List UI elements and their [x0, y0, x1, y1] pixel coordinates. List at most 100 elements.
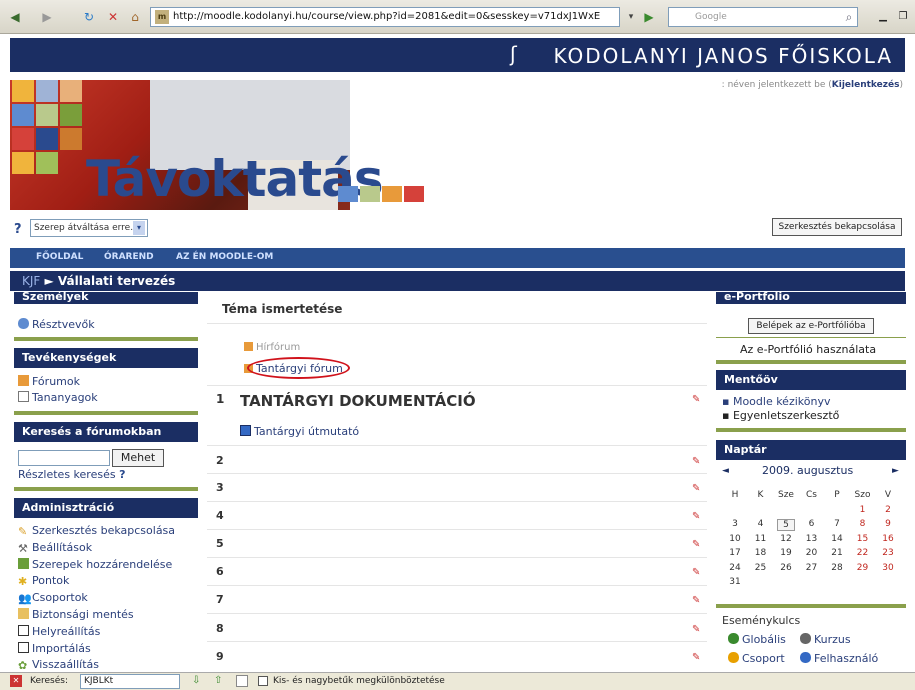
event-user[interactable]: Felhasználó [800, 652, 878, 665]
minimize-icon[interactable]: ▁ [874, 8, 892, 26]
groups-icon: 👥 [18, 592, 32, 605]
browser-search-input[interactable]: Google [668, 7, 858, 27]
calendar-day[interactable]: 20 [803, 548, 821, 558]
calendar-day[interactable]: 23 [879, 548, 897, 558]
calendar-day[interactable]: 16 [879, 534, 897, 544]
calendar-today[interactable]: 5 [777, 519, 795, 531]
stop-icon[interactable]: ✕ [104, 8, 122, 26]
admin-groups-link[interactable]: 👥Csoportok [18, 591, 88, 604]
calendar-day[interactable]: 1 [854, 505, 872, 515]
nav-item-home[interactable]: FŐOLDAL [36, 252, 83, 262]
event-course[interactable]: Kurzus [800, 633, 851, 646]
calendar-prev-icon[interactable]: ◄ [722, 466, 729, 476]
calendar-day[interactable]: 11 [752, 534, 770, 544]
event-global[interactable]: Globális [728, 633, 786, 646]
match-case-checkbox[interactable] [258, 676, 268, 686]
event-group[interactable]: Csoport [728, 652, 785, 665]
section-5 [207, 530, 707, 558]
nav-item-timetable[interactable]: ÓRAREND [104, 252, 154, 262]
divider [716, 604, 906, 608]
calendar-day[interactable]: 13 [803, 534, 821, 544]
reset-icon: ✿ [18, 659, 28, 672]
calendar-weekday: K [757, 490, 764, 500]
find-input[interactable]: KJBLKt [80, 674, 180, 689]
calendar-day[interactable]: 3 [726, 519, 744, 529]
admin-restore-link[interactable]: Helyreállítás [18, 625, 100, 638]
eportfolio-login-button[interactable]: Belépek az e-Portfólióba [748, 318, 874, 334]
eportfolio-help-link[interactable]: Az e-Portfólió használata [740, 343, 876, 356]
calendar-day[interactable]: 31 [726, 577, 744, 587]
participants-link[interactable]: Résztvevők [18, 318, 95, 331]
calendar-day[interactable]: 8 [854, 519, 872, 529]
calendar-day[interactable]: 17 [726, 548, 744, 558]
help-icon[interactable]: ? [119, 468, 125, 481]
calendar-day[interactable]: 28 [828, 563, 846, 573]
restore-icon[interactable]: ❐ [894, 8, 912, 26]
search-go-button[interactable]: Mehet [112, 449, 164, 467]
admin-reset-link[interactable]: ✿ Visszaállítás [18, 658, 99, 671]
role-switch-select[interactable]: Szerep átváltása erre... ▾ [30, 219, 148, 237]
calendar-day[interactable]: 6 [803, 519, 821, 529]
edit-pencil-icon[interactable]: ✎ [692, 652, 704, 664]
help-icon[interactable]: ? [14, 222, 22, 237]
nav-item-my-moodle[interactable]: AZ ÉN MOODLE-OM [176, 252, 273, 262]
search-icon[interactable]: ⌕ [840, 8, 858, 26]
back-icon[interactable]: ◀ [6, 8, 24, 26]
section-number: 9 [216, 650, 224, 663]
school-name: KODOLANYI JANOS FŐISKOLA [553, 44, 893, 68]
logout-link[interactable]: Kijelentkezés [832, 80, 900, 90]
calendar-month: 2009. augusztus [762, 464, 854, 477]
section-3 [207, 474, 707, 502]
find-next-icon[interactable]: ⇩ [192, 675, 200, 686]
course-event-icon [800, 633, 811, 644]
equation-editor-link[interactable]: ▪ Egyenletszerkesztő [722, 409, 839, 422]
calendar-day[interactable]: 14 [828, 534, 846, 544]
calendar-next-icon[interactable]: ► [892, 466, 899, 476]
calendar-day[interactable]: 15 [854, 534, 872, 544]
close-icon[interactable]: ✕ [10, 675, 22, 687]
global-event-icon [728, 633, 739, 644]
breadcrumb-root[interactable]: KJF [22, 274, 40, 288]
advanced-search-link[interactable]: Részletes keresés ? [18, 468, 125, 481]
admin-grades-link[interactable]: ✱ Pontok [18, 574, 69, 587]
forum-search-input[interactable] [18, 450, 110, 466]
admin-edit-link[interactable]: ✎ Szerkesztés bekapcsolása [18, 524, 175, 537]
calendar-day[interactable]: 24 [726, 563, 744, 573]
admin-roles-link[interactable]: Szerepek hozzárendelése [18, 558, 172, 571]
match-case-label: Kis- és nagybetűk megkülönböztetése [273, 676, 445, 686]
admin-backup-link[interactable]: Biztonsági mentés [18, 608, 134, 621]
url-dropdown-icon[interactable]: ▾ [622, 8, 640, 26]
moodle-manual-link[interactable]: ▪ Moodle kézikönyv [722, 395, 830, 408]
calendar-day[interactable]: 26 [777, 563, 795, 573]
highlight-all-icon[interactable] [236, 675, 248, 687]
resources-link[interactable]: Tananyagok [18, 391, 98, 404]
eportfolio-title: e-Portfolio [716, 291, 906, 304]
forum-icon [18, 375, 29, 386]
edit-mode-button[interactable]: Szerkesztés bekapcsolása [772, 218, 902, 236]
calendar-day[interactable]: 19 [777, 548, 795, 558]
calendar-day[interactable]: 7 [828, 519, 846, 529]
calendar-day[interactable]: 10 [726, 534, 744, 544]
home-icon[interactable]: ⌂ [126, 8, 144, 26]
find-prev-icon[interactable]: ⇧ [214, 675, 222, 686]
forums-link[interactable]: Fórumok [18, 375, 80, 388]
divider [716, 360, 906, 364]
calendar-day[interactable]: 4 [752, 519, 770, 529]
calendar-day[interactable]: 29 [854, 563, 872, 573]
calendar-day[interactable]: 21 [828, 548, 846, 558]
calendar-day[interactable]: 27 [803, 563, 821, 573]
admin-import-link[interactable]: Importálás [18, 642, 91, 655]
calendar-day[interactable]: 30 [879, 563, 897, 573]
forward-icon[interactable]: ▶ [38, 8, 56, 26]
calendar-day[interactable]: 18 [752, 548, 770, 558]
address-bar[interactable]: http://moodle.kodolanyi.hu/course/view.p… [150, 7, 620, 27]
calendar-day[interactable]: 22 [854, 548, 872, 558]
calendar-day[interactable]: 2 [879, 505, 897, 515]
reload-icon[interactable]: ↻ [80, 8, 98, 26]
calendar-day[interactable]: 25 [752, 563, 770, 573]
calendar-day[interactable]: 12 [777, 534, 795, 544]
admin-settings-link[interactable]: ⚒ Beállítások [18, 541, 92, 554]
admin-block-title: Adminisztráció [14, 498, 198, 518]
calendar-day[interactable]: 9 [879, 519, 897, 529]
go-icon[interactable]: ▶ [640, 8, 658, 26]
